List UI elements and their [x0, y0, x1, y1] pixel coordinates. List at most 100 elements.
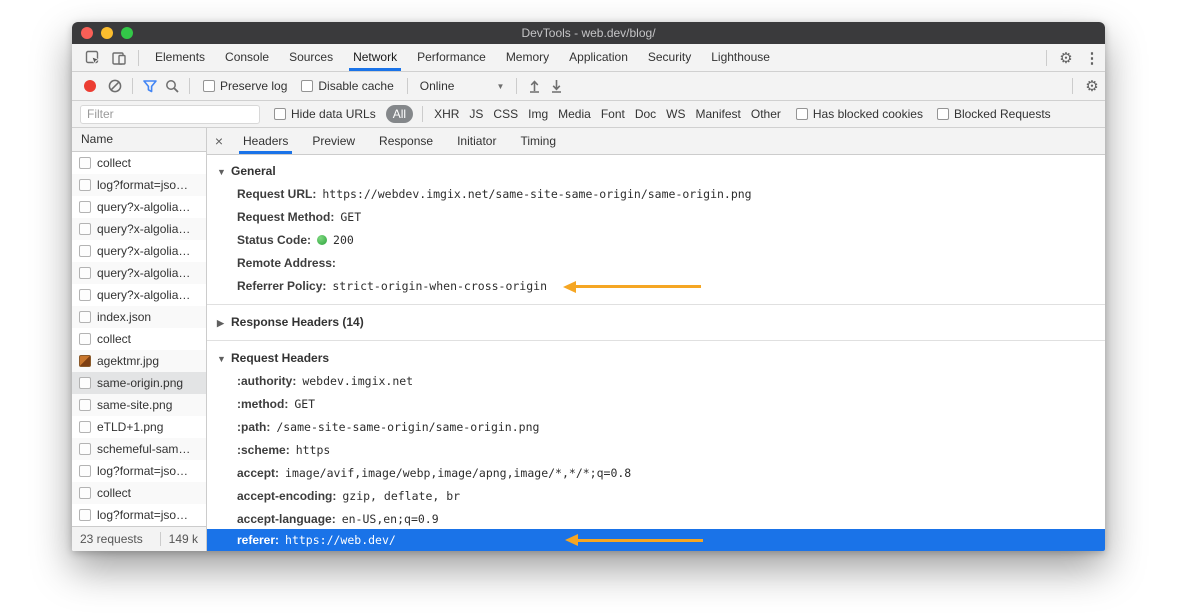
- request-row[interactable]: log?format=jso…: [72, 460, 206, 482]
- filter-input[interactable]: [80, 105, 260, 124]
- network-settings-gear-icon[interactable]: ⚙: [1079, 73, 1105, 99]
- traffic-lights: [81, 27, 133, 39]
- blocked-requests-checkbox[interactable]: Blocked Requests: [937, 107, 1051, 121]
- zoom-window-button[interactable]: [121, 27, 133, 39]
- more-options-icon[interactable]: ⋮: [1079, 45, 1105, 71]
- request-row[interactable]: log?format=jso…: [72, 504, 206, 526]
- request-row[interactable]: collect: [72, 482, 206, 504]
- file-icon: [79, 157, 91, 169]
- request-row[interactable]: log?format=jso…: [72, 174, 206, 196]
- header-value: https: [296, 443, 331, 457]
- request-name: query?x-algolia…: [97, 288, 190, 302]
- request-row[interactable]: schemeful-sam…: [72, 438, 206, 460]
- header-row-referer-highlighted[interactable]: referer:https://web.dev/: [207, 529, 1105, 551]
- has-blocked-cookies-checkbox[interactable]: Has blocked cookies: [796, 107, 923, 121]
- summary-bar: 23 requests 149 k: [72, 526, 206, 551]
- request-row[interactable]: query?x-algolia…: [72, 240, 206, 262]
- details-tab-headers[interactable]: Headers: [231, 128, 300, 154]
- header-key: :method:: [237, 397, 288, 411]
- record-network-log-icon[interactable]: [84, 80, 96, 92]
- general-section-title: General: [231, 164, 276, 178]
- request-row[interactable]: collect: [72, 152, 206, 174]
- request-row[interactable]: query?x-algolia…: [72, 284, 206, 306]
- filter-funnel-icon[interactable]: [139, 75, 161, 97]
- type-filter-font[interactable]: Font: [596, 107, 630, 121]
- type-filter-ws[interactable]: WS: [661, 107, 690, 121]
- response-headers-section-header[interactable]: ▶Response Headers (14): [207, 311, 1105, 334]
- tab-security[interactable]: Security: [638, 44, 701, 71]
- request-row[interactable]: query?x-algolia…: [72, 262, 206, 284]
- header-key: Status Code:: [237, 233, 311, 247]
- request-row[interactable]: query?x-algolia…: [72, 196, 206, 218]
- inspect-element-icon[interactable]: [80, 45, 106, 71]
- tab-sources[interactable]: Sources: [279, 44, 343, 71]
- checkbox-box: [937, 108, 949, 120]
- close-details-icon[interactable]: ×: [207, 133, 231, 149]
- export-har-icon[interactable]: [545, 75, 567, 97]
- request-row[interactable]: agektmr.jpg: [72, 350, 206, 372]
- request-name: query?x-algolia…: [97, 266, 190, 280]
- annotation-arrow-icon: [565, 534, 703, 546]
- type-filter-js[interactable]: JS: [464, 107, 488, 121]
- tab-performance[interactable]: Performance: [407, 44, 496, 71]
- details-tab-response[interactable]: Response: [367, 128, 445, 154]
- request-headers-section-header[interactable]: ▼Request Headers: [207, 347, 1105, 370]
- collapsed-triangle-icon: ▶: [217, 312, 231, 335]
- request-row[interactable]: same-site.png: [72, 394, 206, 416]
- checkbox-box: [274, 108, 286, 120]
- header-key: accept-language:: [237, 512, 336, 526]
- header-value: en-US,en;q=0.9: [342, 512, 439, 526]
- settings-gear-icon[interactable]: ⚙: [1053, 45, 1079, 71]
- import-har-icon[interactable]: [523, 75, 545, 97]
- general-section-header[interactable]: ▼General: [207, 160, 1105, 183]
- network-main: Name collect log?format=jso… query?x-alg…: [72, 128, 1105, 551]
- minimize-window-button[interactable]: [101, 27, 113, 39]
- details-tab-timing[interactable]: Timing: [508, 128, 568, 154]
- tab-elements[interactable]: Elements: [145, 44, 215, 71]
- tab-console[interactable]: Console: [215, 44, 279, 71]
- details-tabbar: × Headers Preview Response Initiator Tim…: [207, 128, 1105, 155]
- tab-network[interactable]: Network: [343, 44, 407, 71]
- divider: [407, 78, 408, 94]
- type-filter-xhr[interactable]: XHR: [429, 107, 464, 121]
- tab-application[interactable]: Application: [559, 44, 638, 71]
- type-filter-doc[interactable]: Doc: [630, 107, 661, 121]
- tab-memory[interactable]: Memory: [496, 44, 559, 71]
- divider: [422, 106, 423, 122]
- request-name: query?x-algolia…: [97, 244, 190, 258]
- type-filter-img[interactable]: Img: [523, 107, 553, 121]
- divider: [516, 78, 517, 94]
- tab-lighthouse[interactable]: Lighthouse: [701, 44, 780, 71]
- name-column-header[interactable]: Name: [72, 128, 206, 152]
- request-row[interactable]: index.json: [72, 306, 206, 328]
- header-value: webdev.imgix.net: [302, 374, 413, 388]
- request-details-panel: × Headers Preview Response Initiator Tim…: [207, 128, 1105, 551]
- request-row[interactable]: collect: [72, 328, 206, 350]
- disable-cache-label: Disable cache: [318, 79, 393, 93]
- filter-bar: Hide data URLs All XHR JS CSS Img Media …: [72, 101, 1105, 128]
- divider: [189, 78, 190, 94]
- type-filter-css[interactable]: CSS: [488, 107, 523, 121]
- device-toolbar-icon[interactable]: [106, 45, 132, 71]
- request-row[interactable]: query?x-algolia…: [72, 218, 206, 240]
- details-tab-preview[interactable]: Preview: [300, 128, 367, 154]
- type-filter-other[interactable]: Other: [746, 107, 786, 121]
- type-filter-manifest[interactable]: Manifest: [691, 107, 746, 121]
- details-tab-initiator[interactable]: Initiator: [445, 128, 508, 154]
- blocked-requests-label: Blocked Requests: [954, 107, 1051, 121]
- close-window-button[interactable]: [81, 27, 93, 39]
- clear-network-log-icon[interactable]: [104, 75, 126, 97]
- search-icon[interactable]: [161, 75, 183, 97]
- hide-data-urls-checkbox[interactable]: Hide data URLs: [274, 107, 376, 121]
- status-ok-dot-icon: [317, 235, 327, 245]
- request-row-selected[interactable]: same-origin.png: [72, 372, 206, 394]
- header-key: Request Method:: [237, 210, 334, 224]
- disable-cache-checkbox[interactable]: Disable cache: [301, 79, 393, 93]
- type-filter-media[interactable]: Media: [553, 107, 596, 121]
- request-row[interactable]: eTLD+1.png: [72, 416, 206, 438]
- header-row-remote-address: Remote Address:: [207, 252, 1105, 275]
- type-filter-all[interactable]: All: [386, 105, 413, 123]
- file-icon: [79, 399, 91, 411]
- throttling-dropdown[interactable]: Online ▼: [414, 79, 511, 93]
- preserve-log-checkbox[interactable]: Preserve log: [203, 79, 287, 93]
